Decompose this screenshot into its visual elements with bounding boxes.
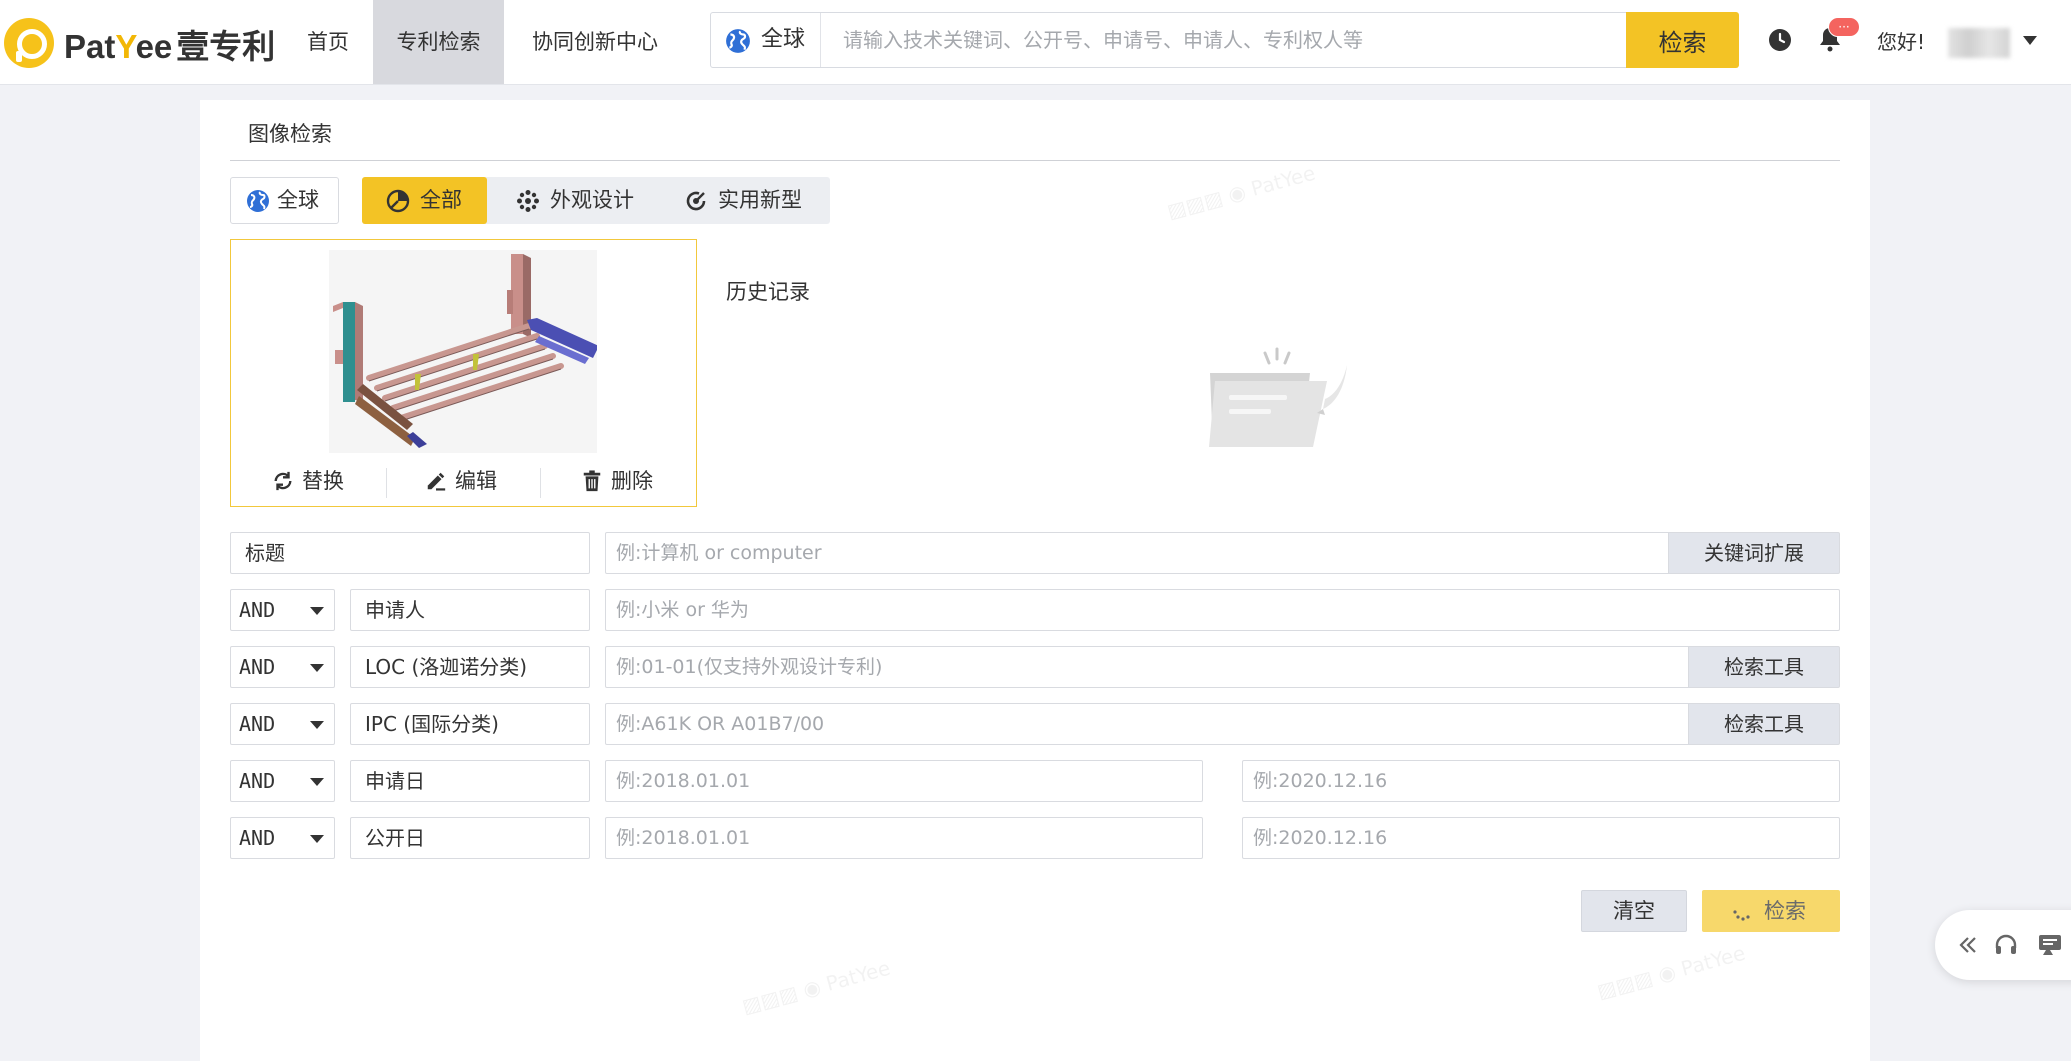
field-select-application-date[interactable]: 申请日 (350, 760, 590, 802)
tab-utility-model[interactable]: 实用新型 (682, 177, 822, 224)
clear-button[interactable]: 清空 (1581, 890, 1687, 932)
title-input[interactable] (605, 532, 1670, 574)
tab-all[interactable]: 全部 (362, 177, 487, 224)
notification-badge: ··· (1828, 17, 1860, 37)
operator-label: AND (239, 655, 276, 679)
feedback-icon[interactable] (2037, 932, 2063, 958)
field-select-loc[interactable]: LOC (洛迦诺分类) (350, 646, 590, 688)
loc-search-tool-button[interactable]: 检索工具 (1688, 646, 1840, 688)
page-title: 图像检索 (248, 122, 332, 146)
nav-patent-search[interactable]: 专利检索 (373, 0, 504, 84)
image-action-bar: 替换 编辑 删除 (231, 456, 696, 506)
chevron-down-icon (310, 607, 324, 615)
empty-history-illustration-icon (1209, 347, 1347, 447)
history-title: 历史记录 (726, 280, 810, 304)
operator-label: AND (239, 826, 276, 850)
chevron-down-icon (310, 835, 324, 843)
ipc-input[interactable] (605, 703, 1690, 745)
title-divider (230, 160, 1840, 161)
field-select-publication-date[interactable]: 公开日 (350, 817, 590, 859)
application-date-from-input[interactable] (605, 760, 1203, 802)
target-icon (686, 191, 706, 211)
headset-icon[interactable] (1993, 932, 2019, 958)
pencil-icon (427, 472, 446, 491)
replace-image-button[interactable]: 替换 (272, 464, 367, 498)
delete-label: 删除 (611, 469, 653, 493)
operator-select-loc[interactable]: AND (230, 646, 335, 688)
operator-label: AND (239, 598, 276, 622)
application-date-to-input[interactable] (1242, 760, 1840, 802)
history-clock-icon[interactable] (1768, 28, 1792, 52)
field-select-ipc[interactable]: IPC (国际分类) (350, 703, 590, 745)
refresh-icon (274, 471, 292, 491)
patent-type-tabs: 全部 外观设计 实用新型 (362, 177, 830, 224)
ipc-search-tool-button[interactable]: 检索工具 (1688, 703, 1840, 745)
loc-input[interactable] (605, 646, 1690, 688)
field-select-title[interactable]: 标题 (230, 532, 590, 574)
logo-text: PatYee 壹专利 (64, 28, 276, 65)
loading-spinner-icon (1733, 910, 1750, 921)
pie-chart-icon (386, 189, 410, 213)
tab-all-label: 全部 (420, 188, 462, 212)
patyee-logo-icon (4, 18, 54, 68)
action-divider (540, 468, 541, 498)
search-region-label: 全球 (761, 27, 806, 52)
patyee-logo[interactable]: PatYee 壹专利 (4, 14, 276, 70)
chevron-down-icon (310, 664, 324, 672)
uploaded-image-box: 替换 编辑 删除 (230, 239, 697, 507)
publication-date-to-input[interactable] (1242, 817, 1840, 859)
operator-label: AND (239, 769, 276, 793)
nav-collab-center[interactable]: 协同创新中心 (520, 0, 670, 84)
global-search-box: 全球 检索 (710, 12, 1739, 68)
nav-home[interactable]: 首页 (300, 0, 356, 84)
operator-select-ipc[interactable]: AND (230, 703, 335, 745)
globe-icon (726, 29, 750, 53)
search-region-select[interactable]: 全球 (711, 13, 821, 67)
chevron-down-icon (310, 721, 324, 729)
operator-select-publication-date[interactable]: AND (230, 817, 335, 859)
global-search-input[interactable] (821, 13, 1636, 67)
publication-date-from-input[interactable] (605, 817, 1203, 859)
replace-label: 替换 (302, 469, 344, 493)
top-header: PatYee壹专利 首页 专利检索 协同创新中心 全球 检索 ··· 您好! (0, 0, 2071, 85)
region-global-button[interactable]: 全球 (230, 177, 339, 224)
double-chevron-left-icon[interactable] (1955, 932, 1981, 958)
applicant-input[interactable] (605, 589, 1840, 631)
field-select-applicant[interactable]: 申请人 (350, 589, 590, 631)
floating-side-toolbar (1935, 910, 2071, 980)
delete-image-button[interactable]: 删除 (581, 464, 676, 498)
chevron-down-icon (310, 778, 324, 786)
region-global-label: 全球 (277, 188, 319, 212)
image-search-label: 检索 (1764, 899, 1806, 923)
edit-image-button[interactable]: 编辑 (425, 464, 520, 498)
global-search-button[interactable]: 检索 (1626, 12, 1739, 68)
globe-icon (247, 190, 269, 212)
user-menu-caret-icon[interactable] (2023, 36, 2037, 45)
tab-design[interactable]: 外观设计 (510, 177, 642, 224)
keyword-expand-button[interactable]: 关键词扩展 (1668, 532, 1840, 574)
image-search-button[interactable]: 检索 (1702, 890, 1840, 932)
operator-select-application-date[interactable]: AND (230, 760, 335, 802)
asterisk-dots-icon (517, 190, 539, 212)
action-divider (386, 468, 387, 498)
operator-select-applicant[interactable]: AND (230, 589, 335, 631)
user-greeting: 您好! (1877, 30, 1926, 54)
trash-icon (583, 470, 601, 492)
tab-utility-label: 实用新型 (718, 188, 802, 212)
tab-design-label: 外观设计 (550, 188, 634, 212)
operator-label: AND (239, 712, 276, 736)
uploaded-image-preview[interactable] (329, 250, 597, 453)
edit-label: 编辑 (455, 469, 497, 493)
user-name-redacted[interactable] (1948, 28, 2010, 58)
